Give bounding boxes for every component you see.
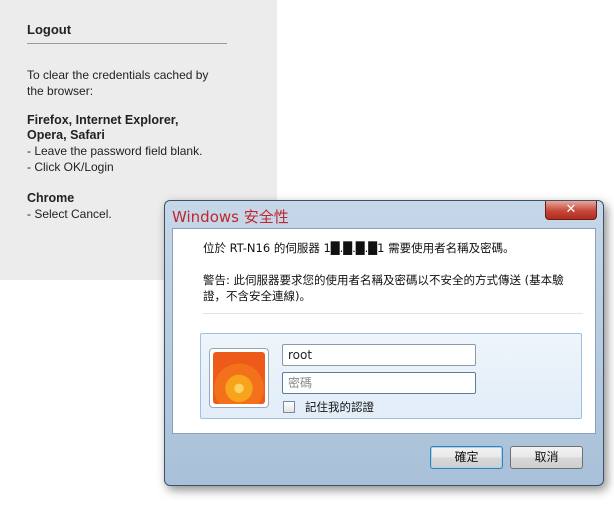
- logout-intro: To clear the credentials cached by the b…: [27, 67, 250, 99]
- security-dialog: Windows 安全性 ✕ 位於 RT-N16 的伺服器 1█.█.█.█1 需…: [164, 200, 604, 486]
- logout-intro-line2: the browser:: [27, 84, 94, 98]
- server-message: 位於 RT-N16 的伺服器 1█.█.█.█1 需要使用者名稱及密碼。: [203, 241, 515, 255]
- user-avatar: [209, 348, 269, 408]
- firefox-heading-line2: Opera, Safari: [27, 128, 105, 142]
- flower-icon: [213, 352, 265, 404]
- credential-tile: root 密碼 記住我的認證: [200, 333, 582, 419]
- password-field[interactable]: 密碼: [282, 372, 476, 394]
- logout-title: Logout: [27, 22, 227, 44]
- username-field[interactable]: root: [282, 344, 476, 366]
- dialog-title: Windows 安全性: [172, 208, 289, 226]
- firefox-step-2: - Click OK/Login: [27, 160, 114, 174]
- logout-intro-line1: To clear the credentials cached by: [27, 68, 209, 82]
- divider: [203, 313, 583, 314]
- remember-credentials[interactable]: 記住我的認證: [283, 399, 374, 415]
- firefox-step-1: - Leave the password field blank.: [27, 144, 203, 158]
- cancel-button[interactable]: 取消: [510, 446, 583, 469]
- close-button[interactable]: ✕: [545, 201, 597, 220]
- firefox-heading: Firefox, Internet Explorer, Opera, Safar…: [27, 113, 250, 143]
- dialog-body: 位於 RT-N16 的伺服器 1█.█.█.█1 需要使用者名稱及密碼。 警告:…: [172, 228, 596, 434]
- warning-message: 警告: 此伺服器要求您的使用者名稱及密碼以不安全的方式傳送 (基本驗證，不含安全…: [203, 273, 564, 303]
- remember-checkbox[interactable]: [283, 401, 295, 413]
- ok-button[interactable]: 確定: [430, 446, 503, 469]
- remember-label: 記住我的認證: [305, 400, 374, 414]
- firefox-heading-line1: Firefox, Internet Explorer,: [27, 113, 179, 127]
